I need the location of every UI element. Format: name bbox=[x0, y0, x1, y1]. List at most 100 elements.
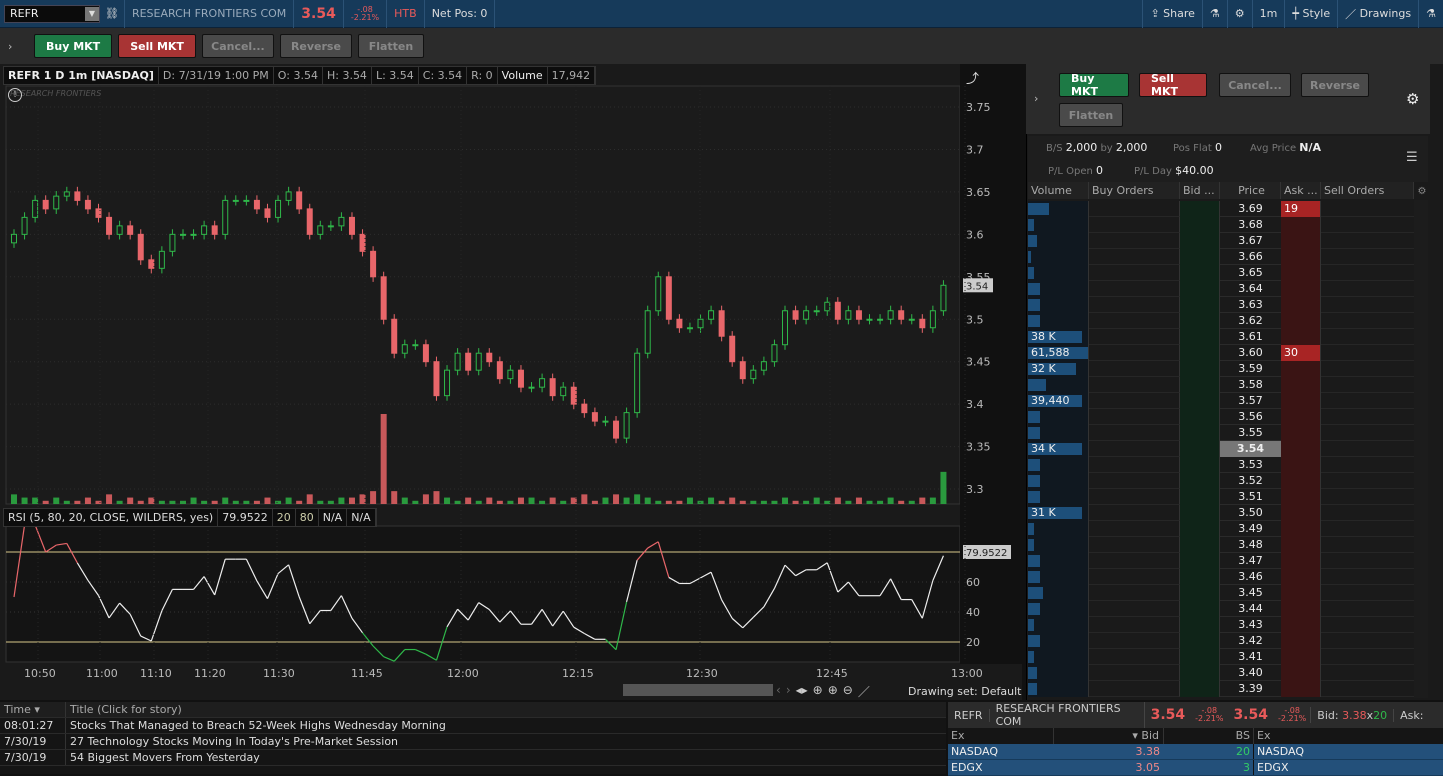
book-row-3.56[interactable]: 3.56 bbox=[1028, 409, 1414, 425]
expand-horizontal-icon[interactable]: ◂▸ bbox=[796, 683, 808, 700]
ask-cell[interactable] bbox=[1281, 281, 1321, 297]
sell-order-cell[interactable] bbox=[1321, 553, 1414, 569]
book-row-3.67[interactable]: 3.67 bbox=[1028, 233, 1414, 249]
bid-cell[interactable] bbox=[1180, 553, 1220, 569]
buy-order-cell[interactable] bbox=[1089, 633, 1180, 649]
sell-order-cell[interactable] bbox=[1321, 297, 1414, 313]
bid-cell[interactable] bbox=[1180, 281, 1220, 297]
book-row-3.40[interactable]: 3.40 bbox=[1028, 665, 1414, 681]
col-sell-orders[interactable]: Sell Orders bbox=[1321, 182, 1414, 199]
buy-order-cell[interactable] bbox=[1089, 553, 1180, 569]
price-chart[interactable]: 3.75 3.7 3.65 3.6 3.55 3.5 3.45 3.4 3.35 3.3 3.54 6… bbox=[0, 64, 1022, 700]
buy-order-cell[interactable] bbox=[1089, 473, 1180, 489]
col-price[interactable]: Price bbox=[1220, 182, 1281, 199]
book-row-3.53[interactable]: 3.53 bbox=[1028, 457, 1414, 473]
scroll-right-icon[interactable]: › bbox=[786, 683, 791, 700]
bid-cell[interactable] bbox=[1180, 617, 1220, 633]
buy-order-cell[interactable] bbox=[1089, 489, 1180, 505]
book-row-3.46[interactable]: 3.46 bbox=[1028, 569, 1414, 585]
ask-cell[interactable] bbox=[1281, 409, 1321, 425]
expand-chevron-icon[interactable]: › bbox=[1034, 92, 1038, 105]
sell-order-cell[interactable] bbox=[1321, 585, 1414, 601]
bid-cell[interactable] bbox=[1180, 425, 1220, 441]
book-row-3.52[interactable]: 3.52 bbox=[1028, 473, 1414, 489]
ask-cell[interactable] bbox=[1281, 537, 1321, 553]
cancel-button[interactable]: Cancel... bbox=[201, 34, 274, 58]
share-button[interactable]: ⇪ Share bbox=[1142, 0, 1201, 28]
book-row-3.58[interactable]: 3.58 bbox=[1028, 377, 1414, 393]
sell-market-button[interactable]: Sell MKT bbox=[1139, 72, 1207, 98]
bid-cell[interactable] bbox=[1180, 265, 1220, 281]
buy-market-button[interactable]: Buy MKT bbox=[34, 34, 113, 58]
book-row-3.62[interactable]: 3.62 bbox=[1028, 313, 1414, 329]
sell-order-cell[interactable] bbox=[1321, 377, 1414, 393]
buy-order-cell[interactable] bbox=[1089, 249, 1180, 265]
ask-cell[interactable] bbox=[1281, 313, 1321, 329]
book-row-3.65[interactable]: 3.65 bbox=[1028, 265, 1414, 281]
chart-scrollbar[interactable] bbox=[623, 684, 773, 696]
ask-cell[interactable] bbox=[1281, 665, 1321, 681]
sell-order-cell[interactable] bbox=[1321, 457, 1414, 473]
sell-order-cell[interactable] bbox=[1321, 233, 1414, 249]
bid-cell[interactable] bbox=[1180, 681, 1220, 697]
bid-cell[interactable] bbox=[1180, 409, 1220, 425]
ask-cell[interactable] bbox=[1281, 473, 1321, 489]
book-row-3.68[interactable]: 3.68 bbox=[1028, 217, 1414, 233]
crosshair-icon[interactable]: ⊕ bbox=[813, 683, 823, 700]
ask-cell[interactable] bbox=[1281, 649, 1321, 665]
bid-cell[interactable] bbox=[1180, 585, 1220, 601]
ask-cell[interactable]: 19 bbox=[1281, 201, 1321, 217]
col-volume[interactable]: Volume bbox=[1028, 182, 1089, 199]
flask-icon[interactable]: ⚗ bbox=[1418, 0, 1443, 28]
bid-cell[interactable] bbox=[1180, 601, 1220, 617]
level2-row[interactable]: NASDAQ 3.38 20 NASDAQ bbox=[948, 744, 1443, 760]
bid-cell[interactable] bbox=[1180, 569, 1220, 585]
settings-icon[interactable]: ⚙ bbox=[1416, 184, 1428, 200]
sell-order-cell[interactable] bbox=[1321, 505, 1414, 521]
bid-cell[interactable] bbox=[1180, 313, 1220, 329]
ask-cell[interactable] bbox=[1281, 233, 1321, 249]
buy-order-cell[interactable] bbox=[1089, 345, 1180, 361]
gear-icon[interactable]: ⚙ bbox=[1226, 0, 1252, 28]
bid-cell[interactable] bbox=[1180, 233, 1220, 249]
ask-cell[interactable] bbox=[1281, 585, 1321, 601]
buy-order-cell[interactable] bbox=[1089, 665, 1180, 681]
news-row[interactable]: 7/30/19 54 Biggest Movers From Yesterday bbox=[0, 750, 946, 766]
ask-cell[interactable] bbox=[1281, 505, 1321, 521]
buy-order-cell[interactable] bbox=[1089, 585, 1180, 601]
book-row-3.43[interactable]: 3.43 bbox=[1028, 617, 1414, 633]
sell-order-cell[interactable] bbox=[1321, 425, 1414, 441]
buy-order-cell[interactable] bbox=[1089, 537, 1180, 553]
bid-cell[interactable] bbox=[1180, 393, 1220, 409]
pencil-icon[interactable]: ／ bbox=[858, 683, 870, 700]
link-icon[interactable]: ⛓ bbox=[100, 0, 125, 28]
alert-icon[interactable]: ! bbox=[8, 88, 22, 102]
ask-cell[interactable] bbox=[1281, 329, 1321, 345]
buy-order-cell[interactable] bbox=[1089, 505, 1180, 521]
book-row-3.54[interactable]: 34 K 3.54 bbox=[1028, 441, 1414, 457]
chart-style-icon[interactable]: ⤴ bbox=[966, 68, 979, 87]
style-button[interactable]: ┿ Style bbox=[1284, 0, 1337, 28]
bid-cell[interactable] bbox=[1180, 473, 1220, 489]
ask-cell[interactable] bbox=[1281, 265, 1321, 281]
bid-cell[interactable] bbox=[1180, 665, 1220, 681]
sell-order-cell[interactable] bbox=[1321, 281, 1414, 297]
book-row-3.49[interactable]: 3.49 bbox=[1028, 521, 1414, 537]
bid-cell[interactable] bbox=[1180, 329, 1220, 345]
news-title[interactable]: 54 Biggest Movers From Yesterday bbox=[66, 750, 260, 765]
drawings-button[interactable]: ／ Drawings bbox=[1337, 0, 1418, 28]
ask-cell[interactable] bbox=[1281, 425, 1321, 441]
sell-order-cell[interactable] bbox=[1321, 537, 1414, 553]
zoom-in-icon[interactable]: ⊕ bbox=[828, 683, 838, 700]
sell-order-cell[interactable] bbox=[1321, 569, 1414, 585]
buy-order-cell[interactable] bbox=[1089, 393, 1180, 409]
sell-order-cell[interactable] bbox=[1321, 473, 1414, 489]
col-ex-ask[interactable]: Ex bbox=[1254, 728, 1270, 744]
ask-cell[interactable] bbox=[1281, 457, 1321, 473]
book-row-3.51[interactable]: 3.51 bbox=[1028, 489, 1414, 505]
book-row-3.44[interactable]: 3.44 bbox=[1028, 601, 1414, 617]
sell-order-cell[interactable] bbox=[1321, 313, 1414, 329]
sell-order-cell[interactable] bbox=[1321, 489, 1414, 505]
flatten-button[interactable]: Flatten bbox=[1059, 103, 1123, 127]
bid-cell[interactable] bbox=[1180, 297, 1220, 313]
